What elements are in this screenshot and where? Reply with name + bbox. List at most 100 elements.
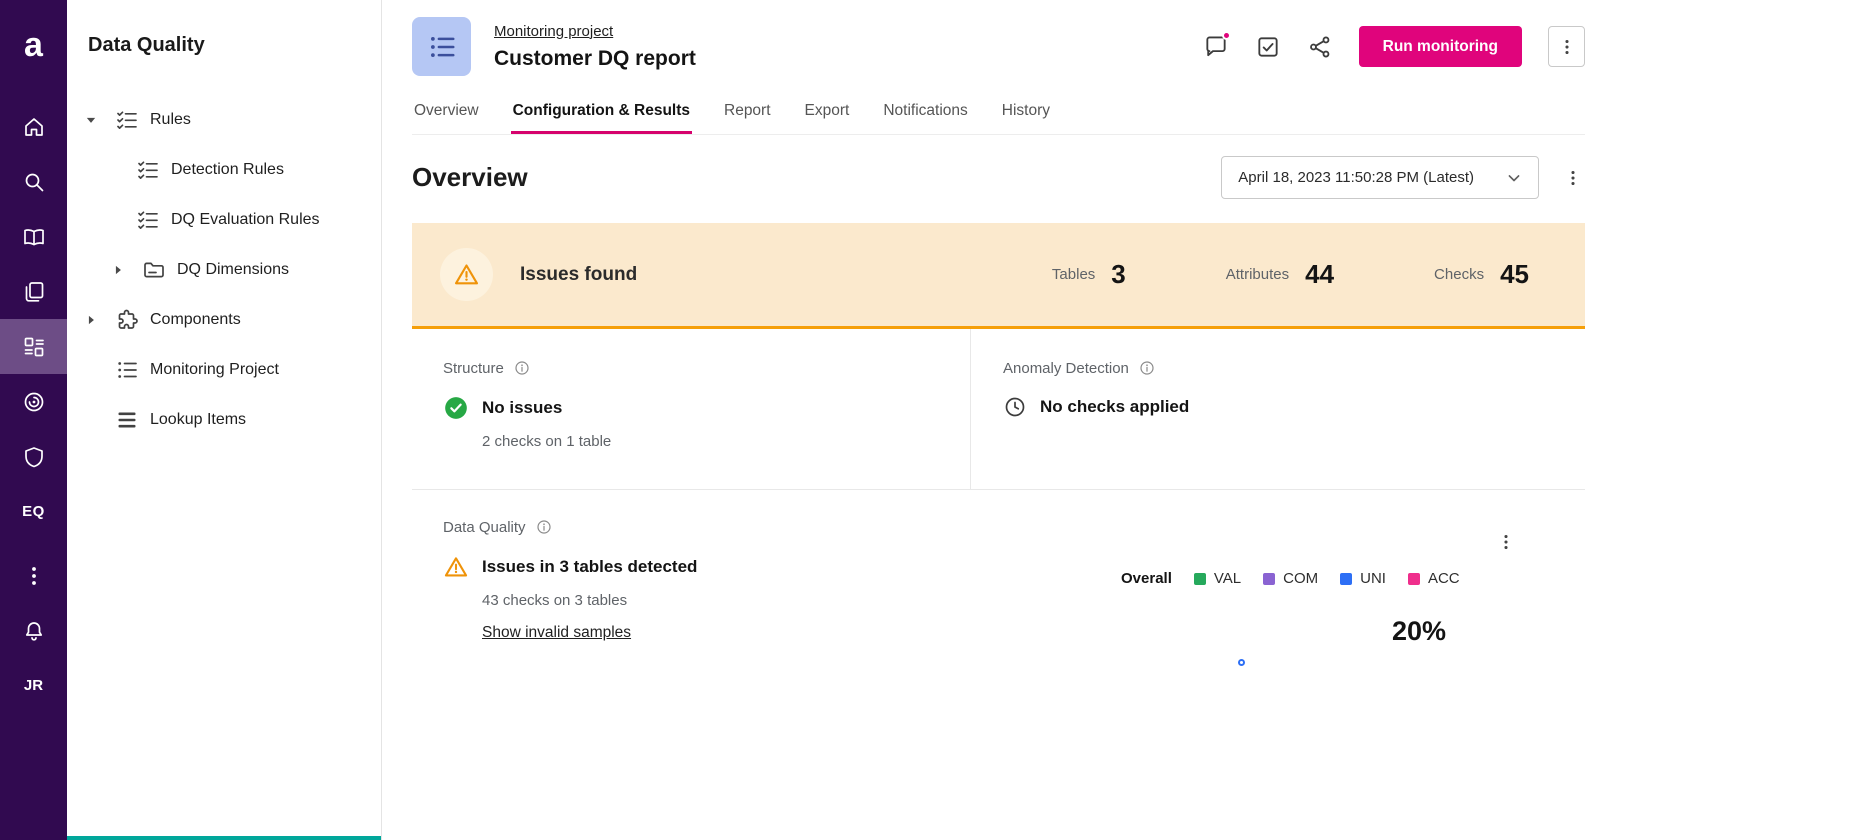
share-icon[interactable] (1307, 34, 1333, 60)
sidebar-item-monitoring-project[interactable]: Monitoring Project (67, 345, 381, 395)
banner-title: Issues found (520, 264, 637, 286)
ataccama-logo[interactable]: a (0, 0, 67, 90)
dq-legend: Overall VAL COM UNI ACC (1121, 570, 1460, 587)
page-header: Monitoring project Customer DQ report Ru… (412, 0, 1585, 76)
eq-icon[interactable]: EQ (0, 484, 67, 539)
sidebar-item-label: Monitoring Project (150, 361, 279, 379)
stat-value: 3 (1111, 259, 1125, 290)
data-quality-kebab-icon[interactable] (1494, 530, 1518, 554)
stat-checks: Checks 45 (1434, 259, 1529, 290)
legend-swatch (1263, 573, 1275, 585)
legend-label: VAL (1214, 570, 1241, 587)
sidebar-item-lookup-items[interactable]: Lookup Items (67, 395, 381, 445)
legend-item-acc[interactable]: ACC (1408, 570, 1460, 587)
stat-tables: Tables 3 (1052, 259, 1126, 290)
sidebar-item-label: Components (150, 311, 241, 329)
stat-label: Checks (1434, 266, 1484, 283)
sidebar: Data Quality Rules Detection Rules DQ Ev… (67, 0, 382, 840)
gauge-icon[interactable] (0, 374, 67, 429)
sidebar-title: Data Quality (67, 0, 381, 57)
list-icon (115, 358, 139, 382)
legend-item-val[interactable]: VAL (1194, 570, 1241, 587)
sidebar-item-label: DQ Dimensions (177, 261, 289, 279)
stat-value: 44 (1305, 259, 1334, 290)
sidebar-item-detection-rules[interactable]: Detection Rules (67, 145, 381, 195)
more-icon[interactable] (0, 548, 67, 603)
header-kebab-button[interactable] (1548, 26, 1585, 67)
sidebar-item-dq-dimensions[interactable]: DQ Dimensions (67, 245, 381, 295)
legend-item-uni[interactable]: UNI (1340, 570, 1386, 587)
summary-cards-row: Structure No issues 2 checks on 1 table (412, 329, 1585, 490)
data-quality-label: Data Quality (443, 519, 526, 536)
anomaly-detection-card: Anomaly Detection No checks applied (971, 329, 1585, 489)
sidebar-item-rules[interactable]: Rules (67, 95, 381, 145)
data-quality-module-icon[interactable] (0, 319, 67, 374)
stat-label: Attributes (1226, 266, 1289, 283)
success-check-icon (443, 395, 469, 421)
overall-percent: 20% (1392, 616, 1446, 647)
caret-down-icon (81, 110, 101, 130)
overview-kebab-icon[interactable] (1561, 166, 1585, 190)
structure-label: Structure (443, 360, 504, 377)
caret-right-icon (81, 310, 101, 330)
stat-value: 45 (1500, 259, 1529, 290)
anomaly-label: Anomaly Detection (1003, 360, 1129, 377)
sidebar-item-components[interactable]: Components (67, 295, 381, 345)
sidebar-item-dq-evaluation-rules[interactable]: DQ Evaluation Rules (67, 195, 381, 245)
sidebar-item-label: Rules (150, 111, 191, 129)
user-avatar[interactable]: JR (0, 658, 67, 713)
sidebar-tree: Rules Detection Rules DQ Evaluation Rule… (67, 95, 381, 445)
warning-icon (453, 261, 480, 288)
legend-label: ACC (1428, 570, 1460, 587)
show-invalid-samples-link[interactable]: Show invalid samples (482, 624, 631, 642)
notification-dot (1222, 31, 1231, 40)
monitoring-project-tile-icon (412, 17, 471, 76)
overview-header-row: Overview April 18, 2023 11:50:28 PM (Lat… (412, 156, 1585, 199)
legend-label: COM (1283, 570, 1318, 587)
tab-notifications[interactable]: Notifications (881, 102, 969, 134)
shield-icon[interactable] (0, 429, 67, 484)
tab-bar: Overview Configuration & Results Report … (412, 102, 1585, 135)
breadcrumb[interactable]: Monitoring project (494, 23, 613, 40)
date-version-select[interactable]: April 18, 2023 11:50:28 PM (Latest) (1221, 156, 1539, 199)
sidebar-item-label: Lookup Items (150, 411, 246, 429)
stack-icon (115, 408, 139, 432)
search-icon[interactable] (0, 154, 67, 209)
tasks-checkbox-icon[interactable] (1255, 34, 1281, 60)
issues-banner: Issues found Tables 3 Attributes 44 Chec… (412, 223, 1585, 329)
bell-icon[interactable] (0, 603, 67, 658)
folder-icon (142, 258, 166, 282)
legend-item-com[interactable]: COM (1263, 570, 1318, 587)
checklist-icon (136, 158, 160, 182)
book-icon[interactable] (0, 209, 67, 264)
data-quality-detail: 43 checks on 3 tables (482, 592, 1585, 609)
anomaly-status: No checks applied (1040, 397, 1189, 417)
comments-icon[interactable] (1203, 34, 1229, 60)
run-monitoring-button[interactable]: Run monitoring (1359, 26, 1522, 67)
tab-overview[interactable]: Overview (412, 102, 481, 134)
stat-label: Tables (1052, 266, 1095, 283)
data-quality-status: Issues in 3 tables detected (482, 557, 697, 577)
tab-export[interactable]: Export (803, 102, 852, 134)
tab-configuration-results[interactable]: Configuration & Results (511, 102, 692, 134)
home-icon[interactable] (0, 99, 67, 154)
chart-point-marker (1238, 659, 1245, 666)
caret-right-icon (108, 260, 128, 280)
banner-stats: Tables 3 Attributes 44 Checks 45 (1052, 259, 1529, 290)
info-icon[interactable] (535, 518, 553, 536)
legend-swatch (1194, 573, 1206, 585)
sidebar-item-label: DQ Evaluation Rules (171, 211, 320, 229)
info-icon[interactable] (1138, 359, 1156, 377)
tab-history[interactable]: History (1000, 102, 1052, 134)
section-heading: Overview (412, 162, 528, 193)
legend-swatch (1408, 573, 1420, 585)
warning-circle (440, 248, 493, 301)
tab-report[interactable]: Report (722, 102, 773, 134)
stat-attributes: Attributes 44 (1226, 259, 1334, 290)
app-rail: a EQ JR (0, 0, 67, 840)
info-icon[interactable] (513, 359, 531, 377)
checklist-icon (136, 208, 160, 232)
legend-label: UNI (1360, 570, 1386, 587)
date-version-value: April 18, 2023 11:50:28 PM (Latest) (1238, 169, 1474, 186)
copy-icon[interactable] (0, 264, 67, 319)
